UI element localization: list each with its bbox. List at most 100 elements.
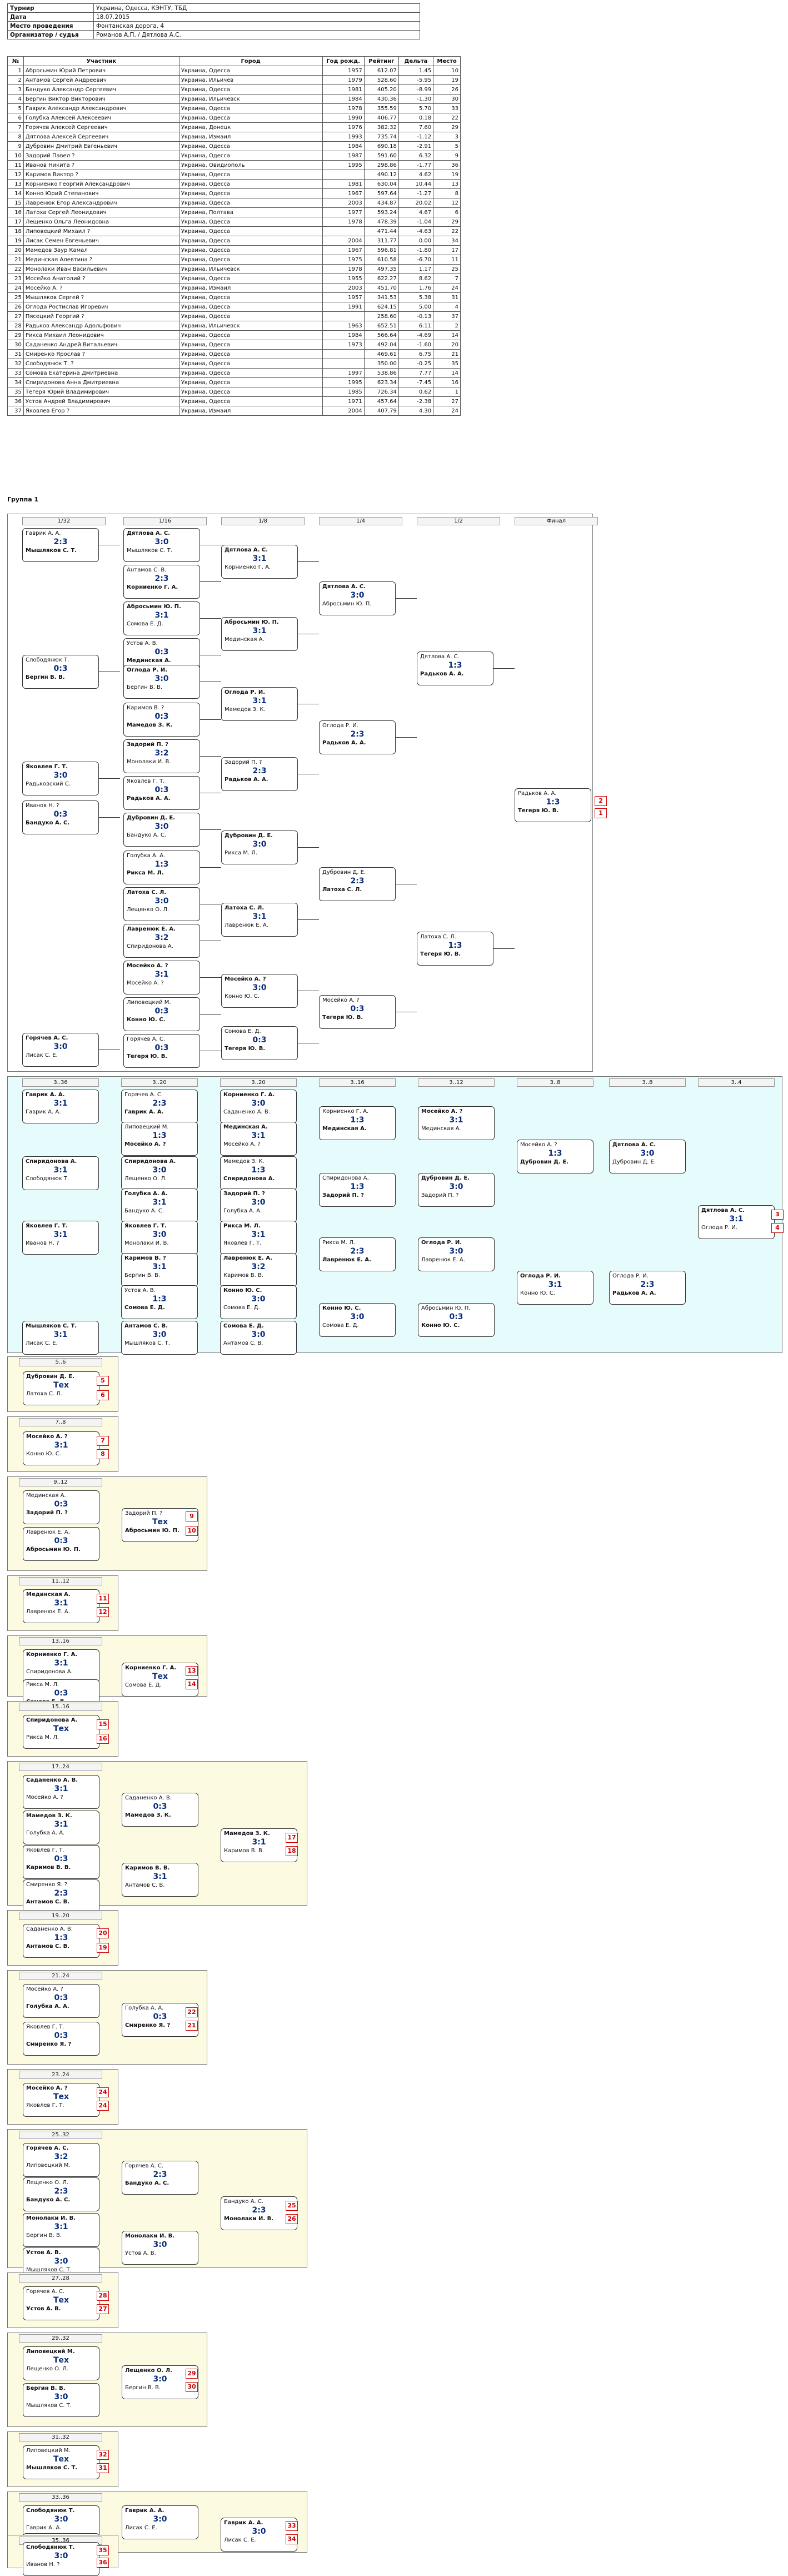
- match-box[interactable]: Спиридонова А. 3:1 Слободянюк Т.: [22, 1156, 99, 1190]
- match-box[interactable]: Мосейко А. ? 1:3 Дубровин Д. Е.: [517, 1140, 594, 1173]
- player-a[interactable]: Горячев А. С.: [26, 2288, 96, 2295]
- player-a[interactable]: Саданенко А. В.: [26, 1926, 96, 1933]
- player-a[interactable]: Мосейко А. ?: [26, 1433, 96, 1440]
- match-box[interactable]: Задорий П. ? 3:0 Голубка А. А.: [220, 1188, 297, 1222]
- player-b[interactable]: Каримов В. В.: [26, 1864, 96, 1871]
- player-b[interactable]: Сомова Е. Д.: [124, 1304, 194, 1311]
- player-a[interactable]: Мосейко А. ?: [26, 2085, 96, 2092]
- player-b[interactable]: Яковлев Г. Т.: [223, 1240, 293, 1247]
- player-a[interactable]: Бергин В. В.: [26, 2385, 96, 2392]
- player-a[interactable]: Корниенко Г. А.: [125, 1664, 195, 1672]
- player-a[interactable]: Мосейко А. ?: [520, 1141, 590, 1148]
- player-a[interactable]: Оглода Р. И.: [612, 1272, 682, 1280]
- player-a[interactable]: Корниенко Г. А.: [26, 1651, 96, 1658]
- match-box[interactable]: Сомова Е. Д. 0:3 Тегеря Ю. В.: [221, 1026, 298, 1060]
- match-box[interactable]: Мосейко А. ? 3:0 Конно Ю. С.: [221, 974, 298, 1008]
- player-a[interactable]: Лавренюк Е. А.: [26, 1529, 96, 1536]
- match-box[interactable]: Гаврик А. А. 2:3 Мышляков С. Т.: [22, 528, 99, 562]
- player-a[interactable]: Абросьмин Ю. П.: [225, 619, 295, 626]
- match-box[interactable]: Дятлова А. С. 3:0 Дубровин Д. Е.: [609, 1140, 686, 1173]
- match-box[interactable]: Спиридонова А. 1:3 Задорий П. ?: [319, 1173, 396, 1207]
- match-box[interactable]: Липовецкий М. Тех Мышляков С. Т.: [23, 2445, 99, 2479]
- player-a[interactable]: Мамедов З. К.: [224, 1830, 294, 1837]
- player-b[interactable]: Латоха С. Л.: [26, 1390, 96, 1398]
- player-a[interactable]: Дятлова А. С.: [322, 583, 392, 590]
- match-box[interactable]: Монолаки И. В. 3:0 Устов А. В.: [122, 2231, 198, 2265]
- player-a[interactable]: Спиридонова А.: [26, 1717, 96, 1724]
- player-a[interactable]: Рикса М. Л.: [26, 1681, 96, 1688]
- player-a[interactable]: Сомова Е. Д.: [223, 1322, 293, 1330]
- player-b[interactable]: Лещенко О. Л.: [26, 2365, 96, 2373]
- match-box[interactable]: Антамов С. В. 3:0 Мышляков С. Т.: [121, 1321, 198, 1355]
- player-b[interactable]: Радьков А. А.: [612, 1290, 682, 1297]
- match-box[interactable]: Липовецкий М. Тех Лещенко О. Л.: [23, 2346, 99, 2380]
- match-box[interactable]: Дятлова А. С. 3:1 Оглода Р. И.: [698, 1205, 775, 1239]
- match-box[interactable]: Дубровин Д. Е. Тех Латоха С. Л.: [23, 1371, 99, 1405]
- player-a[interactable]: Лавренюк Е. А.: [127, 926, 197, 933]
- player-b[interactable]: Радьков А. А.: [322, 739, 392, 747]
- player-a[interactable]: Оглода Р. И.: [127, 667, 197, 674]
- player-a[interactable]: Слободянюк Т.: [26, 657, 96, 664]
- match-box[interactable]: Латоха С. Л. 1:3 Тегеря Ю. В.: [417, 932, 493, 966]
- player-b[interactable]: Устов А. В.: [26, 2305, 96, 2313]
- match-box[interactable]: Яковлев Г. Т. 0:3 Смиренко Я. ?: [23, 2022, 99, 2056]
- match-box[interactable]: Абросьмин Ю. П. 3:1 Сомова Е. Д.: [123, 601, 200, 635]
- match-box[interactable]: Саданенко А. В. 3:1 Мосейко А. ?: [23, 1775, 99, 1809]
- match-box[interactable]: Яковлев Г. Т. 0:3 Радьков А. А.: [123, 776, 200, 810]
- player-a[interactable]: Иванов Н. ?: [26, 802, 96, 809]
- player-a[interactable]: Смиренко Я. ?: [26, 1881, 96, 1888]
- player-a[interactable]: Каримов В. ?: [127, 704, 197, 712]
- player-b[interactable]: Задорий П. ?: [26, 1509, 96, 1516]
- player-a[interactable]: Слободянюк Т.: [26, 2544, 96, 2551]
- match-box[interactable]: Корниенко Г. А. 1:3 Мединская А.: [319, 1106, 396, 1140]
- player-a[interactable]: Устов А. В.: [124, 1287, 194, 1294]
- player-a[interactable]: Гаврик А. А.: [26, 1091, 96, 1098]
- match-box[interactable]: Гаврик А. А. 3:1 Гаврик А. А.: [22, 1090, 99, 1123]
- player-b[interactable]: Корниенко Г. А.: [127, 584, 197, 591]
- player-b[interactable]: Мышляков С. Т.: [26, 547, 96, 554]
- player-a[interactable]: Лещенко О. Л.: [125, 2367, 195, 2374]
- player-b[interactable]: Монолаки И. В.: [224, 2215, 294, 2222]
- player-a[interactable]: Голубка А. А.: [124, 1190, 194, 1197]
- match-box[interactable]: Корниенко Г. А. 3:1 Спиридонова А.: [23, 1649, 99, 1683]
- player-b[interactable]: Спиридонова А.: [223, 1175, 293, 1182]
- player-a[interactable]: Конно Ю. С.: [322, 1305, 392, 1312]
- player-a[interactable]: Каримов В. ?: [124, 1255, 194, 1262]
- player-a[interactable]: Липовецкий М.: [26, 2447, 96, 2454]
- player-b[interactable]: Тегеря Ю. В.: [225, 1045, 295, 1052]
- player-a[interactable]: Дятлова А. С.: [420, 653, 490, 660]
- match-box[interactable]: Мамедов З. К. 1:3 Спиридонова А.: [220, 1156, 297, 1190]
- player-a[interactable]: Сомова Е. Д.: [225, 1028, 295, 1035]
- player-a[interactable]: Монолаки И. В.: [125, 2232, 195, 2240]
- match-box[interactable]: Лавренюк Е. А. 3:2 Спиридонова А.: [123, 924, 200, 958]
- match-box[interactable]: Горячев А. С. 2:3 Гаврик А. А.: [121, 1090, 198, 1123]
- player-b[interactable]: Гаврик А. А.: [26, 1108, 96, 1116]
- match-box[interactable]: Дятлова А. С. 3:0 Абросьмин Ю. П.: [319, 581, 396, 615]
- match-box[interactable]: Смиренко Я. ? 2:3 Антамов С. В.: [23, 1879, 99, 1913]
- player-a[interactable]: Гаврик А. А.: [125, 2507, 195, 2514]
- player-a[interactable]: Липовецкий М.: [26, 2348, 96, 2355]
- match-box[interactable]: Абросьмин Ю. П. 0:3 Конно Ю. С.: [418, 1303, 495, 1337]
- match-box[interactable]: Горячев А. С. 3:2 Липовецкий М.: [23, 2143, 99, 2177]
- player-a[interactable]: Латоха С. Л.: [127, 889, 197, 896]
- player-b[interactable]: Антамов С. В.: [223, 1340, 293, 1347]
- player-b[interactable]: Устов А. В.: [125, 2250, 195, 2257]
- player-b[interactable]: Мышляков С. Т.: [124, 1340, 194, 1347]
- player-a[interactable]: Устов А. В.: [127, 640, 197, 647]
- player-b[interactable]: Радьковский С.: [26, 780, 96, 788]
- player-b[interactable]: Тегеря Ю. В.: [322, 1014, 392, 1021]
- player-b[interactable]: Задорий П. ?: [322, 1192, 392, 1199]
- match-box[interactable]: Мосейко А. ? Тех Яковлев Г. Т.: [23, 2083, 99, 2117]
- player-b[interactable]: Мединская А.: [225, 636, 295, 643]
- match-box[interactable]: Каримов В. ? 0:3 Мамедов З. К.: [123, 703, 200, 737]
- player-b[interactable]: Бергин В. В.: [124, 1272, 194, 1279]
- player-a[interactable]: Дятлова А. С.: [701, 1207, 771, 1214]
- player-b[interactable]: Радьков А. А.: [127, 795, 197, 802]
- player-a[interactable]: Оглода Р. И.: [421, 1239, 491, 1246]
- match-box[interactable]: Задорий П. ? 3:2 Монолаки И. В.: [123, 739, 200, 773]
- player-b[interactable]: Бандуко А. С.: [26, 2196, 96, 2204]
- player-a[interactable]: Горячев А. С.: [26, 2145, 96, 2152]
- player-a[interactable]: Задорий П. ?: [127, 741, 197, 748]
- player-a[interactable]: Горячев А. С.: [124, 1091, 194, 1098]
- match-box[interactable]: Мединская А. 3:1 Мосейко А. ?: [220, 1122, 297, 1156]
